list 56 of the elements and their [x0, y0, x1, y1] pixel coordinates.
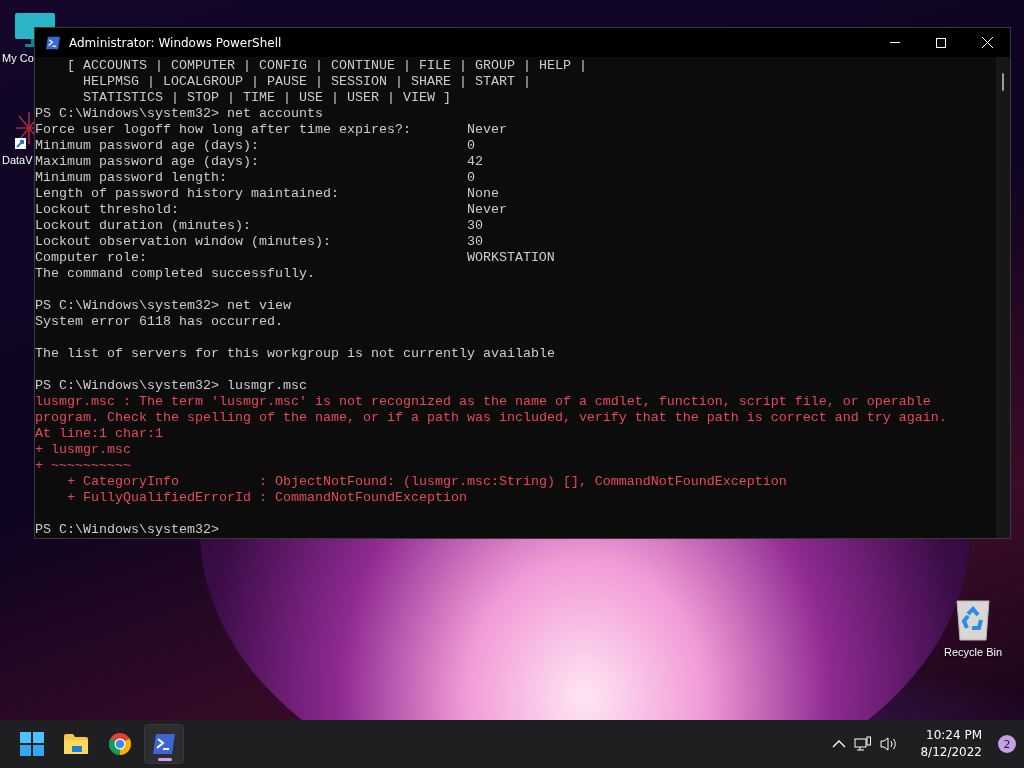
- error-line: + FullyQualifiedErrorId : CommandNotFoundException: [66, 490, 467, 505]
- setting-label: Lockout observation window (minutes):: [35, 234, 332, 250]
- browser-icon[interactable]: [108, 732, 132, 756]
- error-line: + CategoryInfo : ObjectNotFound: (lusmgr.msc:String) [], CommandNotFoundException: [66, 474, 787, 489]
- error-line: At line:1 char:1: [35, 426, 163, 441]
- setting-value: Never: [466, 122, 507, 137]
- setting-label: Minimum password length:: [35, 170, 228, 186]
- setting-value: 30: [466, 218, 483, 233]
- maximize-icon: [936, 37, 946, 48]
- error-line: lusmgr.msc : The term 'lusmgr.msc' is not recognized as the name of a cmdlet, function, script file, or operable: [35, 394, 931, 409]
- setting-label: Force user logoff how long after time expires?:: [35, 122, 412, 138]
- powershell-icon: [45, 35, 61, 50]
- desktop-icon-label[interactable]: Recycle Bin: [944, 646, 1003, 659]
- console-line: The list of servers for this workgroup is not currently available: [35, 346, 555, 361]
- minimize-icon: [890, 41, 900, 44]
- setting-value: 0: [466, 170, 475, 185]
- clock-date[interactable]: 8/12/2022: [920, 744, 982, 761]
- recycle-bin-icon: [954, 598, 993, 642]
- desktop-icon-label[interactable]: My Co: [2, 52, 34, 65]
- console-line: PS C:\Windows\system32> lusmgr.msc: [35, 378, 307, 393]
- console-line: STATISTICS | STOP | TIME | USE | USER | VIEW ]: [82, 90, 451, 105]
- setting-label: Computer role:: [35, 250, 148, 266]
- desktop-icon-label[interactable]: DataV: [2, 154, 33, 167]
- setting-value: Never: [466, 202, 507, 217]
- setting-value: WORKSTATION: [466, 250, 555, 265]
- setting-value: 0: [466, 138, 475, 153]
- setting-value: None: [466, 186, 499, 201]
- error-line: + lusmgr.msc: [35, 442, 131, 457]
- windows-logo-icon[interactable]: [20, 732, 44, 756]
- console-line: PS C:\Windows\system32> net view: [35, 298, 291, 313]
- scrollbar[interactable]: [996, 57, 1010, 538]
- notification-badge[interactable]: 2: [998, 735, 1016, 753]
- close-icon: [981, 37, 993, 48]
- error-line: + ~~~~~~~~~~: [35, 458, 131, 473]
- setting-label: Minimum password age (days):: [35, 138, 260, 154]
- error-line: program. Check the spelling of the name, or if a path was included, verify that the path is correct and try again.: [35, 410, 947, 425]
- setting-label: Lockout duration (minutes):: [35, 218, 252, 234]
- setting-value: 42: [466, 154, 483, 169]
- clock-time[interactable]: 10:24 PM: [926, 727, 982, 744]
- scrollbar-thumb[interactable]: [1002, 73, 1004, 91]
- powershell-icon[interactable]: [152, 733, 176, 755]
- folder-icon[interactable]: [63, 733, 89, 755]
- console-line: The command completed successfully.: [35, 266, 315, 281]
- speaker-icon[interactable]: [880, 736, 899, 752]
- setting-label: Maximum password age (days):: [35, 154, 260, 170]
- setting-value: 30: [466, 234, 483, 249]
- window-title: Administrator: Windows PowerShell: [69, 35, 283, 50]
- console-line: [ ACCOUNTS | COMPUTER | CONFIG | CONTINUE | FILE | GROUP | HELP |: [66, 58, 587, 73]
- console-line: PS C:\Windows\system32> net accounts: [35, 106, 323, 121]
- chevron-up-icon[interactable]: [832, 740, 847, 748]
- console-line: System error 6118 has occurred.: [35, 314, 283, 329]
- console-line: HELPMSG | LOCALGROUP | PAUSE | SESSION | SHARE | START |: [82, 74, 531, 89]
- setting-label: Lockout threshold:: [35, 202, 180, 218]
- setting-label: Length of password history maintained:: [35, 186, 340, 202]
- console-line: PS C:\Windows\system32>: [35, 522, 219, 537]
- network-icon[interactable]: [854, 736, 873, 752]
